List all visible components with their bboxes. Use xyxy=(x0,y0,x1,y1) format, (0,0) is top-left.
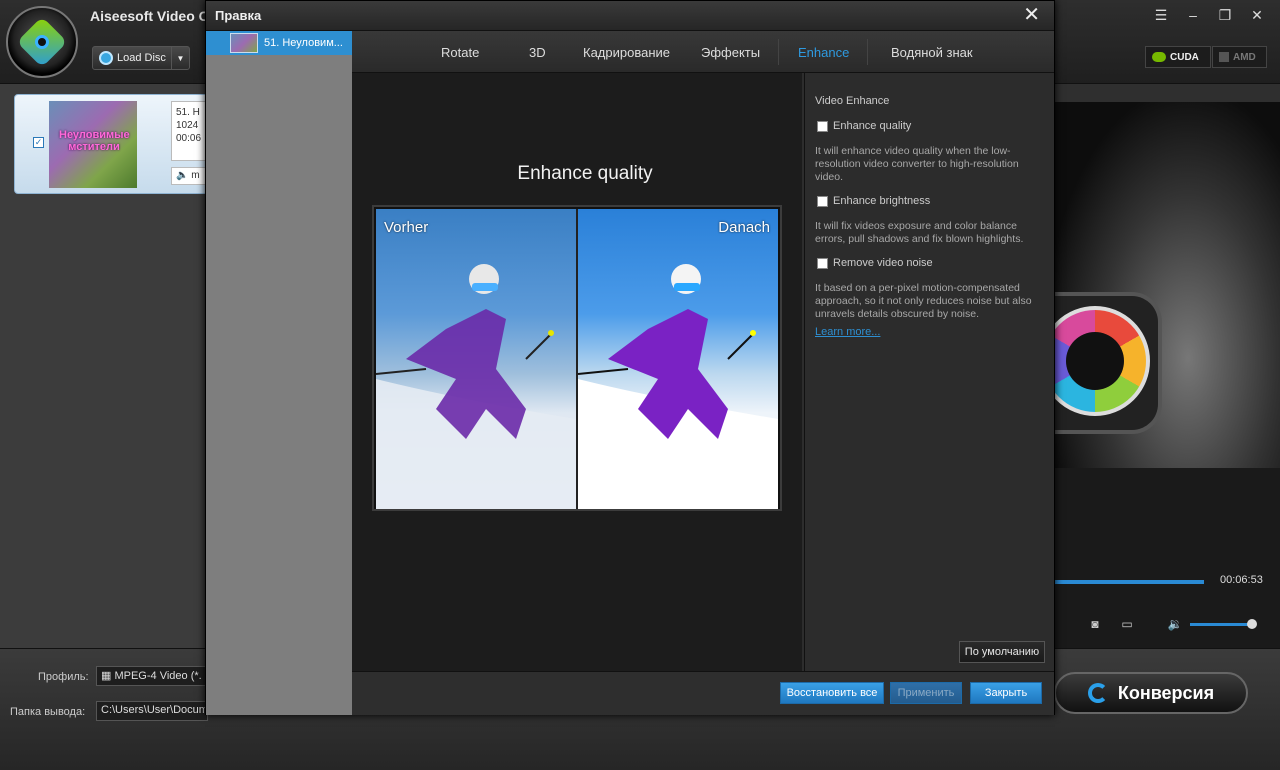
tab-3d[interactable]: 3D xyxy=(529,45,546,60)
remove-noise-desc: It based on a per-pixel motion-compensat… xyxy=(815,282,1032,320)
format-icon: ▦ xyxy=(101,670,112,682)
enhance-quality-option[interactable]: Enhance quality xyxy=(817,120,911,132)
enhance-brightness-option[interactable]: Enhance brightness xyxy=(817,195,930,207)
output-folder-label: Папка вывода: xyxy=(10,706,86,718)
camera-icon[interactable]: ◙ xyxy=(1086,617,1104,631)
convert-label: Конверсия xyxy=(1117,682,1215,703)
enhance-options-panel: Video Enhance Enhance quality It will en… xyxy=(804,73,1054,671)
cuda-button[interactable]: CUDA xyxy=(1145,46,1211,68)
tab-rotate[interactable]: Rotate xyxy=(441,45,479,60)
folder-icon[interactable]: ▭ xyxy=(1118,617,1136,631)
menu-icon[interactable]: ☰ xyxy=(1150,6,1172,24)
load-disc-button[interactable]: Load Disc ▼ xyxy=(92,46,190,70)
thumbnail-title: Неуловимые мстители xyxy=(59,129,130,153)
file-resolution: 1024 xyxy=(176,120,199,131)
preview-image xyxy=(1040,102,1280,468)
restore-all-button[interactable]: Восстановить все xyxy=(780,682,884,704)
refresh-icon xyxy=(1087,683,1108,703)
amd-button[interactable]: AMD xyxy=(1212,46,1267,68)
amd-icon xyxy=(1219,52,1229,62)
profile-select[interactable]: ▦ MPEG-4 Video (*. xyxy=(96,666,208,686)
after-image: Danach xyxy=(578,209,778,509)
before-label: Vorher xyxy=(384,219,429,236)
audio-track-label: m xyxy=(191,170,200,181)
enhance-quality-label: Enhance quality xyxy=(833,120,912,132)
remove-noise-checkbox[interactable] xyxy=(817,257,828,269)
close-icon[interactable]: ✕ xyxy=(1023,5,1040,25)
learn-more-link[interactable]: Learn more... xyxy=(815,326,880,338)
profile-value: MPEG-4 Video (*. xyxy=(114,670,202,682)
nvidia-icon xyxy=(1152,52,1166,62)
dialog-titlebar: Правка ✕ xyxy=(206,1,1054,31)
enhance-brightness-desc: It will fix videos exposure and color ba… xyxy=(815,220,1024,245)
after-label: Danach xyxy=(718,219,770,236)
preview-time: 00:06:53 xyxy=(1220,574,1263,586)
preview-controls: ◙ ▭ 🔉 xyxy=(1050,612,1280,636)
enhance-brightness-checkbox[interactable] xyxy=(817,195,828,207)
volume-slider[interactable] xyxy=(1190,618,1257,629)
before-image: Vorher xyxy=(376,209,576,509)
enhance-quality-checkbox[interactable] xyxy=(817,120,828,132)
dialog-title: Правка xyxy=(215,8,262,23)
remove-noise-option[interactable]: Remove video noise xyxy=(817,257,933,269)
chevron-down-icon[interactable]: ▼ xyxy=(171,47,189,69)
sidebar-item-file[interactable]: 51. Неуловим... xyxy=(206,31,352,55)
remove-noise-label: Remove video noise xyxy=(833,257,933,269)
volume-knob[interactable] xyxy=(1247,618,1257,629)
close-button[interactable]: Закрыть xyxy=(970,682,1042,704)
file-checkbox[interactable]: ✓ xyxy=(33,137,44,148)
volume-icon[interactable]: 🔉 xyxy=(1166,617,1184,631)
enhance-preview-area: Enhance quality Vorher Danach xyxy=(352,73,802,671)
amd-label: AMD xyxy=(1233,51,1256,63)
cuda-label: CUDA xyxy=(1170,51,1199,63)
tab-divider xyxy=(867,39,868,65)
tab-crop[interactable]: Кадрирование xyxy=(583,45,670,60)
profile-label: Профиль: xyxy=(38,671,89,683)
app-logo xyxy=(6,6,78,78)
tab-effects[interactable]: Эффекты xyxy=(701,45,760,60)
skier-illustration xyxy=(578,264,778,509)
default-button[interactable]: По умолчанию xyxy=(959,641,1045,663)
preview-header xyxy=(1050,84,1280,102)
file-thumbnail xyxy=(230,33,258,53)
convert-button[interactable]: Конверсия xyxy=(1054,672,1248,714)
tab-watermark[interactable]: Водяной знак xyxy=(891,45,973,60)
file-name: 51. Н xyxy=(176,107,200,118)
window-controls: ☰ – ❐ ✕ xyxy=(1150,6,1268,24)
preview-panel: 00:06:53 ◙ ▭ 🔉 xyxy=(1040,84,1280,648)
output-folder-field[interactable]: C:\Users\User\Docume xyxy=(96,701,208,721)
preview-progress-bar[interactable] xyxy=(1050,580,1204,584)
dialog-footer: Восстановить все Применить Закрыть xyxy=(352,671,1054,715)
load-disc-label: Load Disc xyxy=(117,52,166,64)
section-title: Video Enhance xyxy=(815,95,890,107)
file-duration: 00:06 xyxy=(176,133,202,144)
dialog-tabs: Rotate 3D Кадрирование Эффекты Enhance В… xyxy=(352,31,1054,73)
tab-divider xyxy=(778,39,779,65)
dialog-file-sidebar: 51. Неуловим... xyxy=(206,31,352,715)
file-thumbnail[interactable]: Неуловимые мстители xyxy=(49,101,137,188)
restore-icon[interactable]: ❐ xyxy=(1214,6,1236,24)
enhance-heading: Enhance quality xyxy=(517,163,653,184)
apply-button[interactable]: Применить xyxy=(890,682,962,704)
close-icon[interactable]: ✕ xyxy=(1246,6,1268,24)
sidebar-item-label: 51. Неуловим... xyxy=(264,37,343,49)
disc-icon xyxy=(99,51,113,65)
app-logo-large xyxy=(1040,292,1162,434)
minimize-icon[interactable]: – xyxy=(1182,6,1204,24)
tab-enhance[interactable]: Enhance xyxy=(798,45,849,60)
speaker-icon: 🔈 xyxy=(176,170,189,181)
skier-illustration xyxy=(376,264,576,509)
enhance-quality-desc: It will enhance video quality when the l… xyxy=(815,145,1019,183)
before-after-comparison: Vorher Danach xyxy=(372,205,782,511)
app-title: Aiseesoft Video C xyxy=(90,8,209,24)
edit-dialog: Правка ✕ 51. Неуловим... Rotate 3D Кадри… xyxy=(205,0,1055,715)
file-item[interactable]: ✓ Неуловимые мстители 51. Н 1024 00:06 🔈… xyxy=(14,94,214,194)
enhance-brightness-label: Enhance brightness xyxy=(833,195,931,207)
